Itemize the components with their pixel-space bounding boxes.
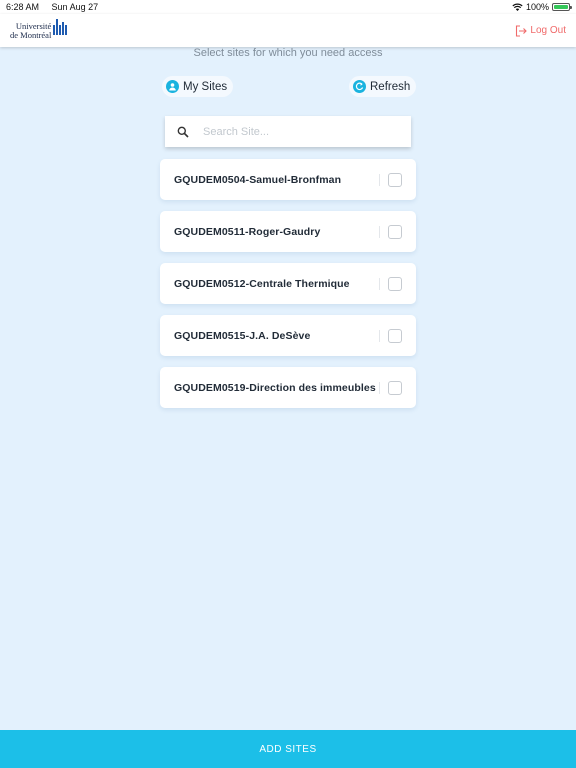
site-row-controls bbox=[379, 276, 402, 291]
search-input[interactable] bbox=[203, 125, 399, 138]
my-sites-button[interactable]: My Sites bbox=[162, 76, 234, 97]
site-row[interactable]: GQUDEM0512-Centrale Thermique bbox=[160, 263, 416, 304]
site-checkbox[interactable] bbox=[388, 328, 402, 343]
logout-button[interactable]: Log Out bbox=[515, 24, 566, 37]
status-time: 6:28 AM bbox=[6, 2, 40, 12]
site-name: GQUDEM0511-Roger-Gaudry bbox=[174, 225, 321, 238]
user-icon bbox=[166, 80, 179, 93]
wifi-icon bbox=[512, 3, 523, 11]
row-divider bbox=[379, 225, 380, 238]
status-date: Sun Aug 27 bbox=[51, 2, 99, 12]
row-divider bbox=[379, 173, 380, 186]
site-name: GQUDEM0512-Centrale Thermique bbox=[174, 277, 350, 290]
add-sites-button[interactable]: ADD SITES bbox=[0, 730, 576, 768]
site-checkbox[interactable] bbox=[388, 380, 402, 395]
site-row[interactable]: GQUDEM0511-Roger-Gaudry bbox=[160, 211, 416, 252]
search-box bbox=[165, 116, 411, 147]
logo-text: Université de Montréal bbox=[10, 21, 52, 40]
row-divider bbox=[379, 381, 380, 394]
logo-mark-icon bbox=[53, 18, 68, 35]
site-row[interactable]: GQUDEM0504-Samuel-Bronfman bbox=[160, 159, 416, 200]
app-header: Université de Montréal Log Out bbox=[0, 14, 576, 47]
status-left: 6:28 AM Sun Aug 27 bbox=[6, 2, 108, 12]
site-name: GQUDEM0515-J.A. DeSève bbox=[174, 329, 311, 342]
refresh-icon bbox=[353, 80, 366, 93]
status-right: 100% bbox=[512, 2, 572, 12]
site-list: GQUDEM0504-Samuel-Bronfman GQUDEM0511-Ro… bbox=[160, 159, 416, 419]
battery-fill bbox=[554, 5, 568, 9]
site-row-controls bbox=[379, 328, 402, 343]
page-subtitle: Select sites for which you need access bbox=[193, 47, 383, 59]
search-icon bbox=[177, 126, 189, 138]
logout-label: Log Out bbox=[530, 25, 566, 36]
site-row[interactable]: GQUDEM0519-Direction des immeubles bbox=[160, 367, 416, 408]
udem-logo: Université de Montréal bbox=[10, 18, 68, 40]
refresh-label: Refresh bbox=[370, 80, 411, 93]
site-row-controls bbox=[379, 172, 402, 187]
refresh-button[interactable]: Refresh bbox=[349, 76, 417, 97]
battery-percent: 100% bbox=[525, 2, 549, 12]
site-checkbox[interactable] bbox=[388, 172, 402, 187]
site-row-controls bbox=[379, 224, 402, 239]
row-divider bbox=[379, 329, 380, 342]
site-row-controls bbox=[379, 380, 402, 395]
logout-icon bbox=[516, 24, 528, 37]
my-sites-label: My Sites bbox=[183, 80, 228, 93]
logo-line-2: de Montréal bbox=[10, 29, 52, 40]
status-bar: 6:28 AM Sun Aug 27 100% bbox=[0, 0, 576, 14]
battery-icon bbox=[552, 3, 572, 11]
site-checkbox[interactable] bbox=[388, 276, 402, 291]
site-checkbox[interactable] bbox=[388, 224, 402, 239]
row-divider bbox=[379, 277, 380, 290]
site-name: GQUDEM0504-Samuel-Bronfman bbox=[174, 173, 342, 186]
site-row[interactable]: GQUDEM0515-J.A. DeSève bbox=[160, 315, 416, 356]
site-name: GQUDEM0519-Direction des immeubles bbox=[174, 381, 376, 394]
